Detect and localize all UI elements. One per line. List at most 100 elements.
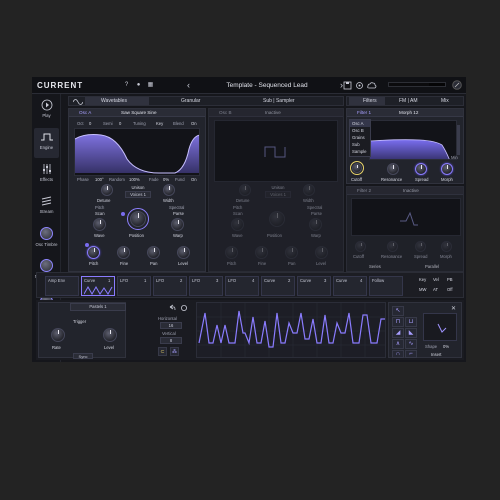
level-knob[interactable] [177,246,190,259]
pitch-knob[interactable] [87,246,100,259]
mod-slot-curve-2[interactable]: Curve 2 [261,276,295,296]
shape-value[interactable]: 0% [443,344,449,349]
curve-editor-display[interactable] [196,302,386,358]
sync-button[interactable]: Sync [73,353,93,359]
user-icon[interactable]: ● [134,81,143,90]
sidebar-item-effects[interactable]: Effects [34,160,59,190]
warp-knob[interactable] [171,218,184,231]
filter2-title[interactable]: Filter 2 [357,188,371,193]
fine-knob[interactable] [255,246,268,259]
filter1-title[interactable]: Filter 1 [357,110,371,115]
pitch-knob[interactable] [225,246,238,259]
wavetable-name[interactable]: Saw Square Sine [121,110,157,115]
filter-source-sub[interactable]: Sub [350,141,370,148]
cutoff-knob[interactable] [355,241,366,252]
wave-knob[interactable] [231,218,244,231]
tuning-value[interactable]: Key [156,121,163,126]
voices-dropdown[interactable]: Voices 1 [125,191,151,198]
snap-icon[interactable]: ⊂ [158,347,167,356]
sidebar-item-osc-timbre[interactable]: Osc Timbre [34,224,59,254]
mod-slot-lfo-2[interactable]: LFO 2 [153,276,187,296]
pan-knob[interactable] [147,246,160,259]
shape-triangle-icon[interactable]: ∧ [392,339,404,349]
fund-value[interactable]: On [191,177,197,182]
tab-granular[interactable]: Granular [181,98,200,104]
mod-slot-curve-4[interactable]: Curve 4 [333,276,367,296]
shape-square-icon[interactable]: ⊓ [392,317,404,327]
fade-value[interactable]: 0% [163,177,169,182]
horizontal-value[interactable]: 16 [160,322,182,329]
undo-icon[interactable] [168,304,176,312]
mod-slot-lfo-3[interactable]: LFO 3 [189,276,223,296]
cutoff-knob[interactable] [352,163,362,173]
warp-knob[interactable] [309,218,322,231]
random-value[interactable]: 100% [129,177,140,182]
vertical-value[interactable]: 8 [160,337,182,344]
mod-off[interactable]: Off [447,287,453,292]
grid-settings-icon[interactable] [180,304,188,312]
level-knob[interactable] [315,246,328,259]
mod-slot-amp-env[interactable]: Amp Env [45,276,79,296]
filter1-type[interactable]: Morph 12 [399,110,418,115]
resonance-knob[interactable] [387,241,398,252]
sidebar-item-play[interactable]: Play [34,96,59,126]
settings-icon[interactable] [355,81,364,90]
pan-knob[interactable] [285,246,298,259]
spread-knob[interactable] [415,163,427,175]
filter-response-display[interactable] [369,120,457,160]
rate-knob[interactable] [51,328,65,342]
wavetable-display[interactable] [74,128,200,176]
pattern-dropdown[interactable]: Pastels 1 [70,303,126,311]
width-knob[interactable] [303,184,315,196]
random-icon[interactable]: ⁂ [170,347,179,356]
filter2-display[interactable] [351,198,461,236]
tab-wavetables[interactable]: Wavetables [85,97,149,105]
sidebar-item-stream[interactable]: Stream [34,192,59,222]
shape-sine-icon[interactable]: ∿ [405,339,417,349]
morph-knob[interactable] [441,163,453,175]
preset-name[interactable]: Template - Sequenced Lead [192,80,342,91]
macro-knob[interactable] [40,259,53,272]
shape-ramp-down-icon[interactable]: ◣ [405,328,417,338]
osc-b-title[interactable]: Osc B [219,110,232,115]
mod-at[interactable]: AT [433,287,438,292]
detune-knob[interactable] [239,184,251,196]
filter-source-osc-a[interactable]: Osc A [350,120,370,127]
shape-curve-icon[interactable]: ∩ [392,350,404,358]
filter-mix-slider[interactable] [457,125,460,155]
cloud-icon[interactable] [367,81,377,90]
semi-value[interactable]: 0 [119,121,121,126]
mod-slot-curve-3[interactable]: Curve 3 [297,276,331,296]
mod-mw[interactable]: MW [419,287,426,292]
tab-sub-sampler[interactable]: Sub | Sampler [263,98,295,104]
filter2-state[interactable]: Inactive [403,188,419,193]
tab-fm-am[interactable]: FM | AM [399,98,418,104]
level-knob[interactable] [103,328,117,342]
wave-knob[interactable] [93,218,106,231]
osc-a-title[interactable]: Osc A [79,110,91,115]
shape-step-icon[interactable]: ⌐ [405,350,417,358]
oct-value[interactable]: 0 [89,121,91,126]
mod-slot-curve-1[interactable]: Curve 1 [81,276,115,296]
parallel-label[interactable]: Parallel [425,264,439,269]
spread-knob[interactable] [415,241,426,252]
filter-source-grains[interactable]: Grains [350,134,370,141]
shape-ramp-up-icon[interactable]: ◢ [392,328,404,338]
macro-knob[interactable] [40,227,53,240]
power-icon[interactable] [452,80,462,90]
detune-knob[interactable] [101,184,113,196]
shape-pulse-icon[interactable]: ⊔ [405,317,417,327]
osc-b-display[interactable] [214,120,338,182]
mod-vel[interactable]: Vel [433,277,439,282]
blend-value[interactable]: On [191,121,197,126]
filter-source-osc-b[interactable]: Osc B [350,127,370,134]
osc-b-state[interactable]: Inactive [265,110,281,115]
resonance-knob[interactable] [387,163,399,175]
save-icon[interactable] [343,81,352,90]
close-icon[interactable]: ✕ [451,305,456,312]
phase-value[interactable]: 100° [95,177,104,182]
filter-source-sample[interactable]: Sample [350,148,370,155]
width-knob[interactable] [163,184,175,196]
position-knob[interactable] [130,211,146,227]
mod-slot-follow[interactable]: Follow [369,276,403,296]
